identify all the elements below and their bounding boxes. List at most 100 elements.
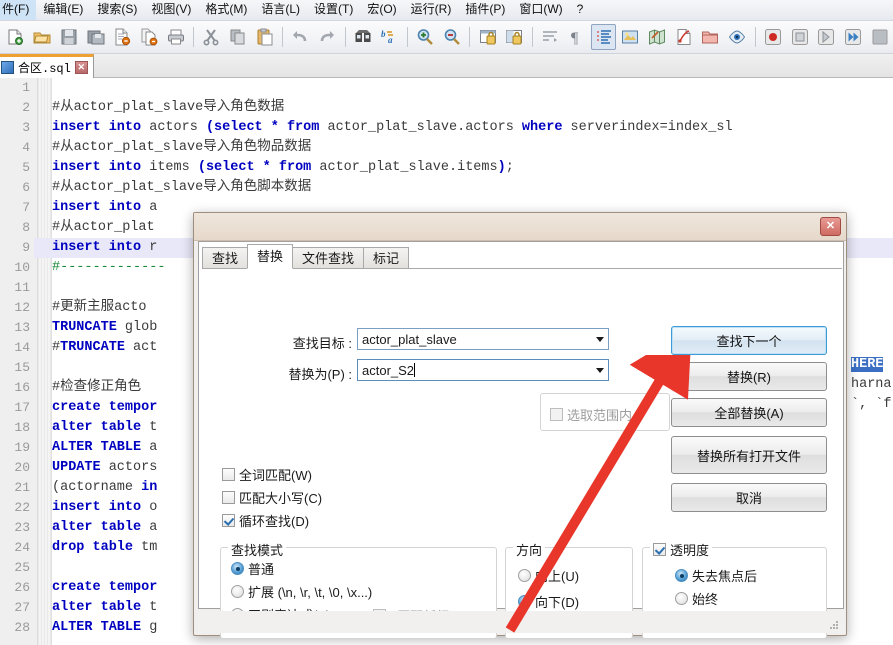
radio-down[interactable]: 向下(D) bbox=[518, 592, 579, 611]
function-list-icon[interactable] bbox=[671, 24, 696, 50]
tab-find[interactable]: 查找 bbox=[202, 247, 248, 269]
sync-horizontal-icon[interactable] bbox=[502, 24, 527, 50]
stop-macro-icon[interactable] bbox=[787, 24, 812, 50]
radio-normal[interactable]: 普通 bbox=[231, 559, 274, 578]
menu-format[interactable]: 格式(M) bbox=[198, 0, 254, 20]
doc-map-icon[interactable] bbox=[645, 24, 670, 50]
line-number: 24 bbox=[0, 538, 34, 558]
radio-up[interactable]: 向上(U) bbox=[518, 566, 579, 585]
cancel-button[interactable]: 取消 bbox=[671, 483, 827, 512]
close-all-icon[interactable] bbox=[137, 24, 162, 50]
folder-as-workspace-icon[interactable] bbox=[698, 24, 723, 50]
close-icon[interactable]: ✕ bbox=[75, 61, 88, 74]
line-number: 19 bbox=[0, 438, 34, 458]
chevron-down-icon[interactable] bbox=[591, 329, 608, 349]
dialog-title-bar[interactable]: ✕ bbox=[194, 213, 846, 241]
resize-grip[interactable] bbox=[829, 620, 840, 631]
checkbox-box bbox=[222, 491, 235, 504]
zoom-out-icon[interactable] bbox=[440, 24, 465, 50]
replace-all-open-files-button[interactable]: 替换所有打开文件 bbox=[671, 436, 827, 474]
line-number: 2 bbox=[0, 98, 34, 118]
redo-icon[interactable] bbox=[315, 24, 340, 50]
save-all-icon[interactable] bbox=[83, 24, 108, 50]
code-line[interactable]: 5insert into items (select * from actor_… bbox=[0, 158, 893, 178]
menu-macro[interactable]: 宏(O) bbox=[360, 0, 403, 20]
sync-vertical-icon[interactable] bbox=[475, 24, 500, 50]
svg-text:b: b bbox=[381, 29, 386, 39]
cut-icon[interactable] bbox=[199, 24, 224, 50]
toolbar-separator bbox=[755, 27, 756, 47]
radio-always[interactable]: 始终 bbox=[675, 589, 718, 608]
line-number: 13 bbox=[0, 318, 34, 338]
code-line[interactable]: 1 bbox=[0, 78, 893, 98]
chevron-down-icon[interactable] bbox=[591, 360, 608, 380]
menu-file[interactable]: 件(F) bbox=[0, 0, 36, 20]
user-language-icon[interactable] bbox=[618, 24, 643, 50]
paste-icon[interactable] bbox=[252, 24, 277, 50]
save-macro-icon[interactable] bbox=[867, 24, 892, 50]
find-icon[interactable] bbox=[350, 24, 375, 50]
menu-settings[interactable]: 设置(T) bbox=[307, 0, 360, 20]
monitoring-icon[interactable] bbox=[725, 24, 750, 50]
code-fragment: harna bbox=[851, 375, 892, 395]
line-number: 15 bbox=[0, 358, 34, 378]
close-file-icon[interactable] bbox=[110, 24, 135, 50]
radio-on-losing-focus[interactable]: 失去焦点后 bbox=[675, 566, 757, 585]
play-multiple-icon[interactable] bbox=[841, 24, 866, 50]
tab-mark[interactable]: 标记 bbox=[363, 247, 409, 269]
menu-view[interactable]: 视图(V) bbox=[144, 0, 198, 20]
checkbox-match-case[interactable]: 匹配大小写(C) bbox=[222, 488, 322, 507]
tab-find-in-files[interactable]: 文件查找 bbox=[292, 247, 364, 269]
line-text: insert into actors (select * from actor_… bbox=[34, 118, 893, 138]
zoom-in-icon[interactable] bbox=[413, 24, 438, 50]
checkbox-in-selection[interactable]: 选取范围内 bbox=[550, 405, 632, 424]
menu-language[interactable]: 语言(L) bbox=[254, 0, 307, 20]
radio-dot bbox=[518, 595, 531, 608]
line-text: #从actor_plat_slave导入角色脚本数据 bbox=[34, 178, 893, 198]
new-file-icon[interactable] bbox=[3, 24, 28, 50]
dialog-footer bbox=[198, 611, 844, 633]
toolbar-separator bbox=[469, 27, 470, 47]
menu-window[interactable]: 窗口(W) bbox=[512, 0, 569, 20]
menu-help[interactable]: ? bbox=[570, 0, 591, 20]
show-all-chars-icon[interactable]: ¶ bbox=[564, 24, 589, 50]
record-macro-icon[interactable] bbox=[760, 24, 785, 50]
code-line[interactable]: 3insert into actors (select * from actor… bbox=[0, 118, 893, 138]
checkbox-wrap-around[interactable]: 循环查找(D) bbox=[222, 511, 309, 530]
menu-run[interactable]: 运行(R) bbox=[404, 0, 459, 20]
line-text: #从actor_plat_slave导入角色数据 bbox=[34, 98, 893, 118]
replace-all-button[interactable]: 全部替换(A) bbox=[671, 398, 827, 427]
find-next-button[interactable]: 查找下一个 bbox=[671, 326, 827, 355]
checkbox-transparency[interactable] bbox=[653, 543, 666, 556]
menu-edit[interactable]: 编辑(E) bbox=[36, 0, 90, 20]
menu-plugins[interactable]: 插件(P) bbox=[458, 0, 512, 20]
play-macro-icon[interactable] bbox=[814, 24, 839, 50]
menu-search[interactable]: 搜索(S) bbox=[90, 0, 144, 20]
tab-replace[interactable]: 替换 bbox=[247, 244, 293, 269]
radio-dot bbox=[675, 592, 688, 605]
document-tab-sql[interactable]: 合区.sql ✕ bbox=[0, 54, 94, 78]
sql-file-icon bbox=[1, 61, 14, 74]
code-line[interactable]: 6#从actor_plat_slave导入角色脚本数据 bbox=[0, 178, 893, 198]
replace-button[interactable]: 替换(R) bbox=[671, 362, 827, 391]
save-icon[interactable] bbox=[56, 24, 81, 50]
dialog-close-icon[interactable]: ✕ bbox=[820, 217, 841, 236]
replace-icon[interactable]: ba bbox=[377, 24, 402, 50]
code-line[interactable]: 2#从actor_plat_slave导入角色数据 bbox=[0, 98, 893, 118]
indent-guide-icon[interactable] bbox=[591, 24, 616, 50]
code-line[interactable]: 4#从actor_plat_slave导入角色物品数据 bbox=[0, 138, 893, 158]
undo-icon[interactable] bbox=[288, 24, 313, 50]
find-replace-dialog: ✕ 查找替换文件查找标记 查找目标 : actor_plat_slave 替换为… bbox=[193, 212, 847, 636]
code-fragment: `, `f bbox=[851, 395, 892, 415]
radio-extended[interactable]: 扩展 (\n, \r, \t, \0, \x...) bbox=[231, 582, 372, 601]
line-number: 5 bbox=[0, 158, 34, 178]
transparency-title-row[interactable]: 透明度 bbox=[650, 540, 712, 559]
print-icon[interactable] bbox=[163, 24, 188, 50]
open-file-icon[interactable] bbox=[30, 24, 55, 50]
find-target-combo[interactable]: actor_plat_slave bbox=[357, 328, 609, 350]
replace-with-combo[interactable]: actor_S2 bbox=[357, 359, 609, 381]
word-wrap-icon[interactable] bbox=[538, 24, 563, 50]
checkbox-whole-word[interactable]: 全词匹配(W) bbox=[222, 465, 312, 484]
checkbox-box bbox=[550, 408, 563, 421]
copy-icon[interactable] bbox=[226, 24, 251, 50]
